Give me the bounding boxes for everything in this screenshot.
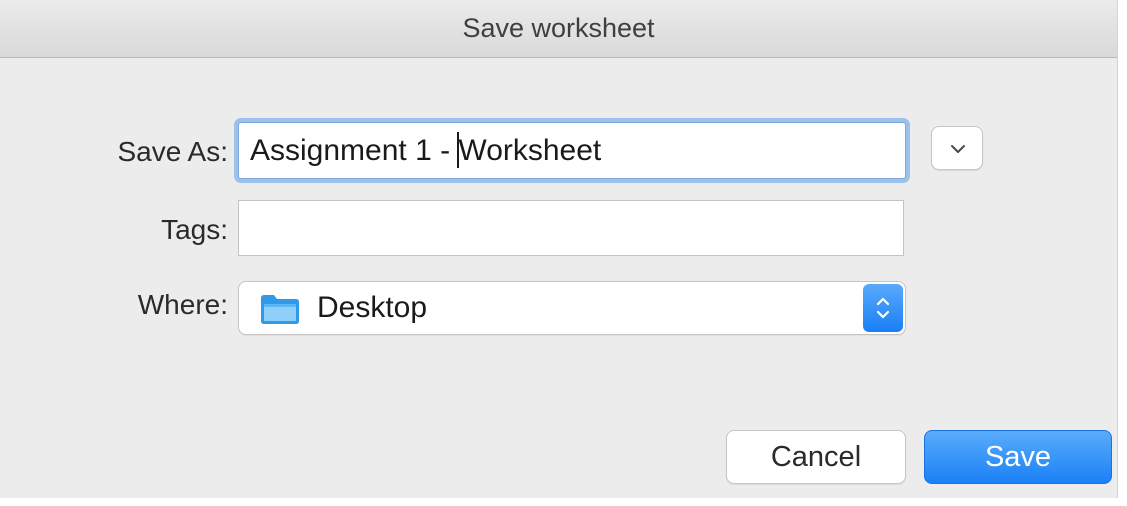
where-label: Where: [137, 289, 228, 320]
cancel-button[interactable]: Cancel [726, 430, 906, 484]
expand-dialog-button[interactable] [931, 126, 983, 170]
title-bar[interactable]: Save worksheet [0, 0, 1117, 58]
save-dialog: Save worksheet Save As: Assignment 1 - W… [0, 0, 1118, 498]
folder-icon [261, 295, 299, 324]
chevron-down-icon [951, 145, 965, 153]
tags-input[interactable] [238, 200, 904, 256]
save-button[interactable]: Save [924, 430, 1112, 484]
filename-text-after-caret: Worksheet [458, 134, 602, 167]
save-as-label: Save As: [117, 136, 228, 167]
where-selected-value: Desktop [317, 291, 428, 324]
up-down-arrows-icon [876, 297, 890, 319]
filename-text-before-caret: Assignment 1 - [250, 134, 459, 167]
tags-label: Tags: [161, 214, 228, 245]
where-stepper[interactable] [863, 284, 903, 332]
save-as-input[interactable]: Assignment 1 - Worksheet [238, 122, 906, 179]
dialog-title: Save worksheet [462, 13, 655, 43]
where-select[interactable]: Desktop [238, 281, 906, 335]
